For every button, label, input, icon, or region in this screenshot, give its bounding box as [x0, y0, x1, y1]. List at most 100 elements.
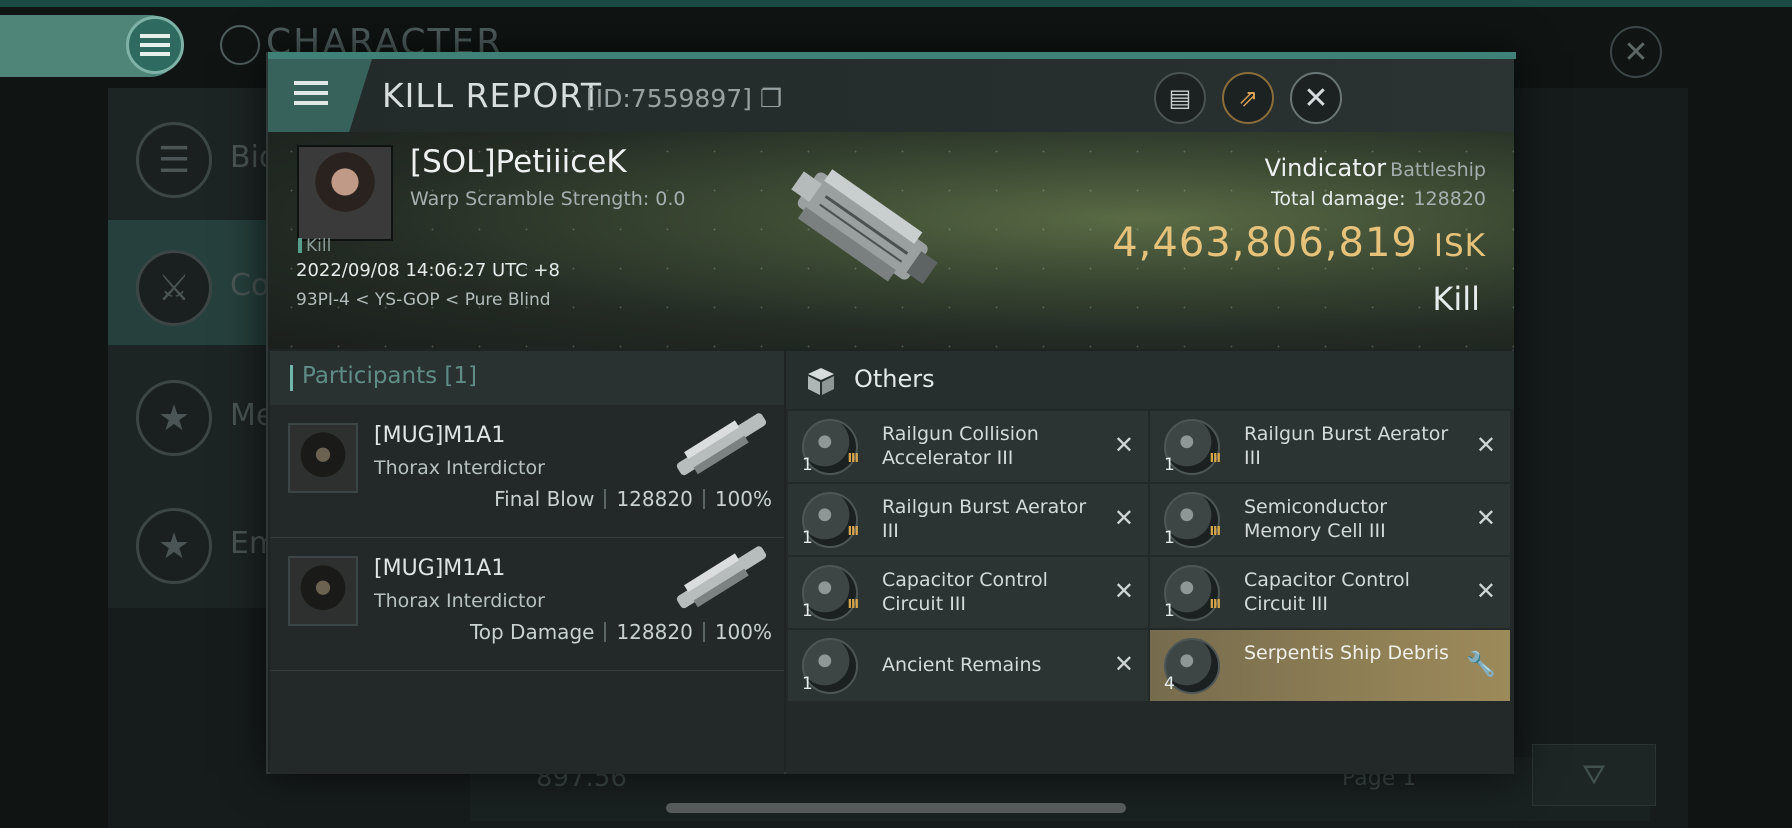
item-slot[interactable]: III 1 Semiconductor Memory Cell III ✕: [1150, 484, 1510, 555]
copy-icon[interactable]: ❐: [760, 84, 782, 113]
participant-ship-image: [676, 413, 767, 476]
destroyed-x-icon: ✕: [1475, 504, 1496, 532]
sidebar-item-combat[interactable]: ⚔ Co: [108, 220, 278, 345]
item-slot[interactable]: III 1 Capacitor Control Circuit III ✕: [788, 557, 1148, 628]
item-slot[interactable]: III 1 Railgun Collision Accelerator III …: [788, 411, 1148, 482]
participant-name: [MUG]M1A1: [374, 556, 506, 581]
participant-stats: Top Damage 128820 100%: [470, 620, 772, 644]
destroyed-x-icon: ✕: [1113, 431, 1134, 459]
participants-title: Participants [1]: [302, 363, 477, 389]
home-indicator[interactable]: [666, 803, 1126, 813]
item-name: Railgun Burst Aerator III: [882, 496, 1087, 542]
sidebar-item-employment[interactable]: ★ Em: [108, 478, 278, 603]
background-close-button[interactable]: ✕: [1610, 26, 1662, 78]
hamburger-icon: [140, 34, 170, 56]
crossed-swords-icon: ⚔: [136, 250, 212, 326]
destroyed-x-icon: ✕: [1475, 577, 1496, 605]
item-quantity: 1: [1164, 455, 1175, 475]
item-quantity: 1: [1164, 601, 1175, 621]
total-damage-value: 128820: [1413, 188, 1486, 210]
close-icon: ✕: [1623, 34, 1649, 70]
item-quantity: 1: [802, 674, 813, 694]
report-id-text: [ID:7559897]: [586, 84, 752, 113]
item-name: Semiconductor Memory Cell III: [1244, 496, 1388, 542]
kill-location[interactable]: 93PI-4 < YS-GOP < Pure Blind: [296, 290, 551, 310]
kill-result: Kill: [1432, 280, 1480, 318]
isk-value: 4,463,806,819 ISK: [1112, 220, 1486, 266]
document-icon: ▤: [1168, 84, 1192, 112]
others-title: Others: [854, 365, 935, 393]
destroyed-x-icon: ✕: [1113, 577, 1134, 605]
isk-amount: 4,463,806,819: [1112, 220, 1418, 266]
participants-panel: Participants [1] [MUG]M1A1 Thorax Interd…: [270, 351, 784, 774]
total-damage-label: Total damage:: [1271, 188, 1406, 210]
participant-row[interactable]: [MUG]M1A1 Thorax Interdictor Final Blow 1…: [270, 405, 784, 538]
report-id[interactable]: [ID:7559897] ❐: [586, 84, 782, 113]
filter-icon: ⛛: [1582, 758, 1606, 791]
others-panel: Others III 1 Railgun Collision Accelerat…: [786, 351, 1514, 774]
app-menu-button[interactable]: [126, 16, 184, 74]
filter-button[interactable]: ⛛: [1532, 744, 1656, 806]
participant-damage: 128820: [616, 620, 693, 644]
sidebar-item-label: Co: [230, 268, 270, 303]
participant-stats: Final Blow 128820 100%: [494, 487, 772, 511]
victim-summary: [SOL]PetiiiceK Warp Scramble Strength: 0…: [268, 132, 1514, 349]
participant-damage: 128820: [616, 487, 693, 511]
kill-tag: Kill: [298, 236, 331, 256]
dialog-accent-line: [268, 52, 1516, 59]
item-name: Ancient Remains: [882, 654, 1042, 676]
share-icon: ⇗: [1237, 84, 1259, 112]
destroyed-x-icon: ✕: [1113, 504, 1134, 532]
item-name: Capacitor Control Circuit III: [882, 569, 1048, 615]
item-quantity: 1: [802, 455, 813, 475]
item-name: Railgun Collision Accelerator III: [882, 423, 1039, 469]
section-marker: [290, 365, 293, 391]
victim-avatar[interactable]: [297, 145, 393, 241]
share-button[interactable]: ⇗: [1222, 72, 1274, 124]
item-slot[interactable]: III 1 Railgun Burst Aerator III ✕: [1150, 411, 1510, 482]
item-slot[interactable]: 1 Ancient Remains ✕: [788, 630, 1148, 701]
item-quantity: 1: [802, 601, 813, 621]
item-quantity: 1: [802, 528, 813, 548]
close-button[interactable]: ✕: [1290, 72, 1342, 124]
cube-icon: [808, 368, 834, 395]
item-slot[interactable]: III 1 Railgun Burst Aerator III ✕: [788, 484, 1148, 555]
wrench-icon: 🔧: [1466, 650, 1496, 678]
warp-scramble-strength: Warp Scramble Strength: 0.0: [410, 188, 686, 210]
hamburger-icon: [294, 81, 328, 111]
app-top-bar: [0, 0, 1792, 7]
victim-ship-image[interactable]: [773, 142, 948, 317]
item-slot[interactable]: III 1 Capacitor Control Circuit III ✕: [1150, 557, 1510, 628]
participant-ship-image: [676, 546, 767, 609]
participant-role: Top Damage: [469, 620, 595, 644]
participants-header: Participants [1]: [270, 351, 784, 405]
participant-name: [MUG]M1A1: [374, 423, 506, 448]
participant-avatar[interactable]: [288, 556, 358, 626]
kill-report-dialog: KILL REPORT [ID:7559897] ❐ ▤ ⇗ ✕ [SOL]Pe…: [266, 52, 1516, 774]
star-icon: ★: [136, 508, 212, 584]
report-details-button[interactable]: ▤: [1154, 72, 1206, 124]
close-icon: ✕: [1303, 80, 1329, 116]
victim-ship[interactable]: Vindicator Battleship: [1265, 154, 1486, 182]
dialog-title: KILL REPORT: [382, 76, 602, 115]
others-header: Others: [786, 351, 1514, 409]
victim-name[interactable]: [SOL]PetiiiceK: [410, 144, 627, 180]
item-quantity: 4: [1164, 674, 1175, 694]
participant-role: Final Blow: [494, 487, 595, 511]
isk-unit: ISK: [1433, 228, 1486, 264]
ship-class: Battleship: [1390, 159, 1486, 181]
item-slot-dropped[interactable]: 4 Serpentis Ship Debris 🔧: [1150, 630, 1510, 701]
participant-avatar[interactable]: [288, 423, 358, 493]
destroyed-x-icon: ✕: [1113, 650, 1134, 678]
sidebar-item-bio[interactable]: ☰ Bio: [108, 92, 278, 217]
participant-ship: Thorax Interdictor: [374, 590, 545, 612]
kill-time: 2022/09/08 14:06:27 UTC +8: [296, 260, 560, 281]
sidebar-item-medals[interactable]: ★ Me: [108, 350, 278, 475]
participant-row[interactable]: [MUG]M1A1 Thorax Interdictor Top Damage 1…: [270, 538, 784, 671]
star-icon: ★: [136, 380, 212, 456]
participant-percent: 100%: [714, 487, 772, 511]
list-icon: ☰: [136, 122, 212, 198]
ship-name: Vindicator: [1264, 154, 1387, 182]
participant-ship: Thorax Interdictor: [374, 457, 545, 479]
item-quantity: 1: [1164, 528, 1175, 548]
